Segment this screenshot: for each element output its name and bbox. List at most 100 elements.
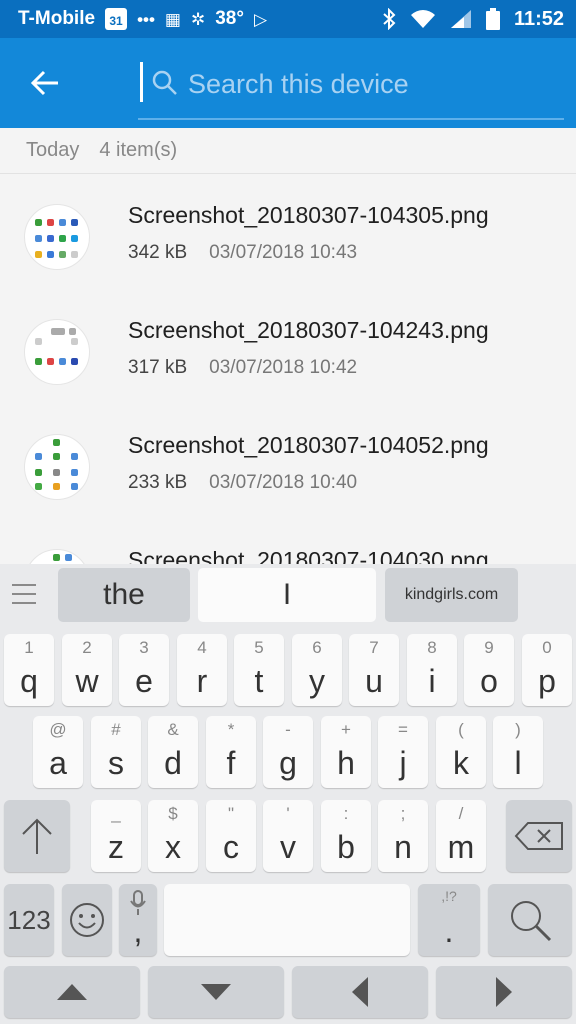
key-n[interactable]: ; n [378, 800, 428, 872]
numbers-key[interactable]: 123 [4, 884, 54, 956]
search-key[interactable] [488, 884, 572, 956]
file-row[interactable]: Screenshot_20180307-104243.png 317 kB 03… [0, 289, 576, 404]
keyboard-icon: ▦ [164, 9, 181, 29]
key-hint: @ [49, 720, 67, 739]
signal-icon [450, 10, 471, 28]
more-dots-icon: ••• [137, 9, 155, 29]
calendar-day: 31 [109, 14, 123, 28]
file-thumbnail [24, 319, 90, 385]
key-v[interactable]: ' v [263, 800, 313, 872]
key-label: i [428, 663, 436, 699]
key-label: k [453, 745, 469, 781]
key-label: q [20, 663, 38, 699]
file-row[interactable]: Screenshot_20180307-104305.png 342 kB 03… [0, 174, 576, 289]
key-h[interactable]: + h [321, 716, 371, 788]
key-f[interactable]: * f [206, 716, 256, 788]
key-label: v [280, 829, 296, 865]
key-hint: $ [168, 804, 178, 823]
key-r[interactable]: 4r [177, 634, 227, 706]
key-label: b [337, 829, 355, 865]
key-label: z [108, 829, 124, 865]
back-button[interactable] [18, 62, 72, 104]
file-list: Today 4 item(s) Screenshot_20180307-1043… [0, 128, 576, 564]
app-bar [0, 38, 576, 128]
key-hint: 7 [369, 638, 379, 657]
file-name: Screenshot_20180307-104030.png [128, 547, 489, 564]
key-m[interactable]: / m [436, 800, 486, 872]
file-row[interactable]: Screenshot_20180307-104052.png 233 kB 03… [0, 404, 576, 519]
key-label: f [226, 745, 236, 781]
key-y[interactable]: 6y [292, 634, 342, 706]
key-label: u [365, 663, 383, 699]
key-u[interactable]: 7u [349, 634, 399, 706]
file-thumbnail [24, 434, 90, 500]
key-g[interactable]: -g [263, 716, 313, 788]
search-bar[interactable] [138, 60, 564, 120]
key-b[interactable]: :b [321, 800, 371, 872]
cursor-down-key[interactable] [148, 966, 284, 1018]
file-meta: 233 kB 03/07/2018 10:40 [128, 472, 357, 494]
emoji-key[interactable] [62, 884, 112, 956]
file-size: 342 kB [128, 242, 188, 263]
backspace-key[interactable] [506, 800, 572, 872]
bluetooth-icon [383, 8, 396, 30]
key-hint: 6 [312, 638, 322, 657]
search-input[interactable] [188, 64, 558, 104]
file-meta: 342 kB 03/07/2018 10:43 [128, 242, 357, 264]
key-q[interactable]: 1q [4, 634, 54, 706]
file-thumbnail [24, 204, 90, 270]
comma-label: , [133, 913, 143, 949]
key-x[interactable]: $ x [148, 800, 198, 872]
key-a[interactable]: @ a [33, 716, 83, 788]
key-z[interactable]: _ z [91, 800, 141, 872]
file-name: Screenshot_20180307-104052.png [128, 432, 489, 458]
file-date: 03/07/2018 10:43 [209, 242, 358, 263]
key-l[interactable]: ) l [493, 716, 543, 788]
cursor-right-key[interactable] [436, 966, 572, 1018]
key-hint: " [227, 804, 235, 823]
key-i[interactable]: 8i [407, 634, 457, 706]
file-row[interactable]: Screenshot_20180307-104030.png [0, 519, 576, 564]
key-hint: # [111, 720, 121, 739]
key-hint: : [343, 804, 349, 823]
key-label: r [196, 663, 208, 699]
suggestion-bar: the I kindgirls.com [0, 564, 576, 626]
suggestion-1[interactable]: the [58, 568, 190, 622]
keyboard-menu-icon[interactable] [12, 584, 36, 606]
key-hint: 5 [254, 638, 264, 657]
cursor-up-key[interactable] [4, 966, 140, 1018]
key-hint: * [227, 720, 235, 739]
space-key[interactable] [164, 884, 410, 956]
file-name: Screenshot_20180307-104305.png [128, 202, 489, 228]
key-c[interactable]: " c [206, 800, 256, 872]
period-key[interactable]: ,!? . [418, 884, 480, 956]
key-label: h [337, 745, 355, 781]
key-label: e [135, 663, 153, 699]
key-e[interactable]: 3e [119, 634, 169, 706]
key-w[interactable]: 2w [62, 634, 112, 706]
key-hint: _ [111, 804, 121, 823]
weather-icon: ✲ [190, 9, 206, 29]
key-p[interactable]: 0p [522, 634, 572, 706]
key-d[interactable]: & d [148, 716, 198, 788]
key-o[interactable]: 9o [464, 634, 514, 706]
suggestion-3[interactable]: kindgirls.com [385, 568, 518, 622]
key-label: a [49, 745, 67, 781]
key-t[interactable]: 5t [234, 634, 284, 706]
item-count: 4 item(s) [99, 139, 178, 161]
key-hint: ; [400, 804, 406, 823]
suggestion-2[interactable]: I [198, 568, 376, 622]
file-meta: 317 kB 03/07/2018 10:42 [128, 357, 357, 379]
key-hint: = [398, 720, 408, 739]
key-label: w [75, 663, 99, 699]
search-action-icon [511, 901, 552, 942]
key-label: c [223, 829, 239, 865]
key-s[interactable]: # s [91, 716, 141, 788]
key-label: l [514, 745, 522, 781]
key-j[interactable]: = j [378, 716, 428, 788]
key-k[interactable]: (k [436, 716, 486, 788]
shift-key[interactable] [4, 800, 70, 872]
cursor-left-key[interactable] [292, 966, 428, 1018]
comma-key[interactable]: , [119, 884, 157, 956]
key-label: y [309, 663, 325, 699]
